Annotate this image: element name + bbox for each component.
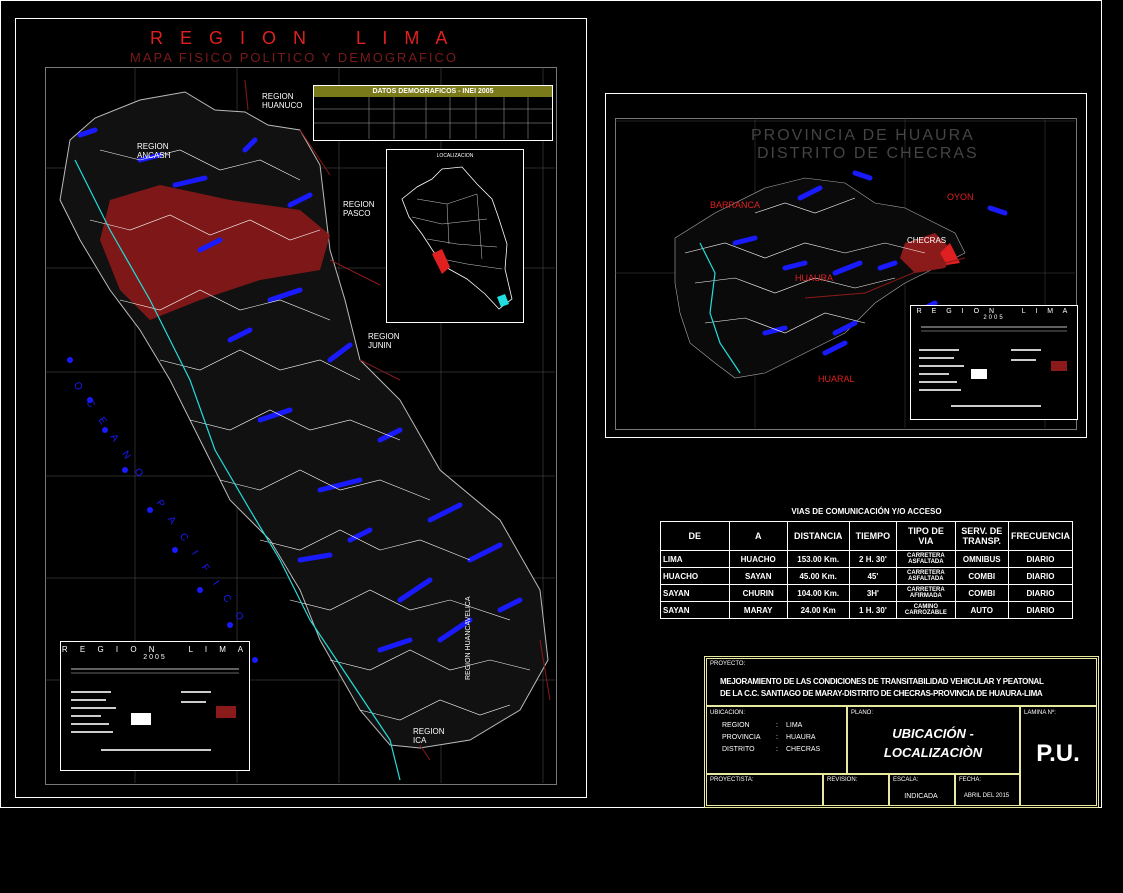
proyectista-label: PROYECTISTA: bbox=[710, 777, 754, 783]
cell: 2 H. 30' bbox=[848, 550, 898, 568]
label-junin: REGION JUNIN bbox=[368, 332, 400, 350]
plano-line-2: LOCALIZACIÒN bbox=[883, 745, 983, 760]
cell: CARRETERA AFIRMADA bbox=[896, 584, 956, 602]
ubicacion-distrito-key: DISTRITO bbox=[722, 746, 755, 753]
table-row: SAYAN CHURIN 104.00 Km. 3H' CARRETERA AF… bbox=[660, 584, 1074, 602]
ubicacion-region-val: LIMA bbox=[786, 722, 803, 729]
vias-header-a: A bbox=[728, 521, 788, 551]
demographics-grid bbox=[314, 97, 552, 139]
proyecto-line-1: MEJORAMIENTO DE LAS CONDICIONES DE TRANS… bbox=[720, 677, 1044, 686]
cell: 1 H. 30' bbox=[848, 601, 898, 619]
label-pasco: REGION PASCO bbox=[343, 200, 375, 218]
cell: COMBI bbox=[954, 567, 1009, 585]
vias-header-serv: SERV. DE TRANSP. bbox=[954, 521, 1009, 551]
right-legend-content bbox=[919, 326, 1067, 407]
vias-header-tipo: TIPO DE VIA bbox=[896, 521, 956, 551]
left-map-subtitle: MAPA FISICO POLITICO Y DEMOGRAFICO bbox=[130, 50, 459, 65]
cell: 3H' bbox=[848, 584, 898, 602]
table-row: SAYAN MARAY 24.00 Km 1 H. 30' CAMINO CAR… bbox=[660, 601, 1074, 619]
table-row: HUACHO SAYAN 45.00 Km. 45' CARRETERA ASF… bbox=[660, 567, 1074, 585]
revision-label: REVISION: bbox=[827, 777, 858, 783]
cell: SAYAN bbox=[660, 601, 730, 619]
cell: AUTO bbox=[954, 601, 1009, 619]
plano-label: PLANO: bbox=[851, 710, 874, 716]
cell: 24.00 Km bbox=[786, 601, 850, 619]
ubicacion-colon-1: : bbox=[776, 722, 778, 729]
lamina-value: P.U. bbox=[1036, 740, 1080, 767]
demographics-title: DATOS DEMOGRAFICOS - INEI 2005 bbox=[314, 86, 552, 97]
ubicacion-distrito-val: CHECRAS bbox=[786, 746, 821, 753]
proyecto-line-2: DE LA C.C. SANTIAGO DE MARAY-DISTRITO DE… bbox=[720, 689, 1043, 698]
cell: CARRETERA ASFALTADA bbox=[896, 550, 956, 568]
cell: COMBI bbox=[954, 584, 1009, 602]
vias-header-distancia: DISTANCIA bbox=[786, 521, 850, 551]
cell: CHURIN bbox=[728, 584, 788, 602]
cell: OMNIBUS bbox=[954, 550, 1009, 568]
cell: SAYAN bbox=[660, 584, 730, 602]
cell: CARRETERA ASFALTADA bbox=[896, 567, 956, 585]
proyecto-label: PROYECTO: bbox=[710, 661, 746, 667]
cell: SAYAN bbox=[728, 567, 788, 585]
cell: 45' bbox=[848, 567, 898, 585]
left-legend-title: R E G I O N L I M A bbox=[61, 645, 249, 654]
escala-label: ESCALA: bbox=[893, 777, 919, 783]
fecha-label: FECHA: bbox=[959, 777, 982, 783]
ubicacion-provincia-val: HUAURA bbox=[786, 734, 816, 741]
vias-table: DE A DISTANCIA TIEMPO TIPO DE VIA SERV. … bbox=[660, 521, 1074, 619]
lamina-label: LAMINA Nº: bbox=[1024, 710, 1056, 716]
location-inset: LOCALIZACION bbox=[386, 149, 524, 323]
ubicacion-colon-2: : bbox=[776, 734, 778, 741]
left-map-title: R E G I O N L I M A bbox=[150, 28, 454, 48]
right-map-title-1: PROVINCIA DE HUAURA bbox=[751, 127, 975, 144]
cell: DIARIO bbox=[1007, 550, 1074, 568]
label-checras: CHECRAS bbox=[907, 236, 947, 245]
label-ancash: REGION ANCASH bbox=[137, 142, 171, 160]
right-map-title-2: DISTRITO DE CHECRAS bbox=[757, 145, 979, 162]
label-huaura: HUAURA bbox=[795, 273, 834, 283]
fecha-value: ABRIL DEL 2015 bbox=[963, 793, 1010, 799]
right-legend-box: R E G I O N L I M A 2005 bbox=[910, 305, 1078, 420]
label-huancavelica: REGION HUANCAVELICA bbox=[465, 596, 472, 681]
ubicacion-colon-3: : bbox=[776, 746, 778, 753]
vias-header-frecuencia: FRECUENCIA bbox=[1007, 521, 1074, 551]
peru-outline bbox=[401, 166, 513, 310]
label-ica: REGION ICA bbox=[413, 727, 445, 745]
cell: 153.00 Km. bbox=[786, 550, 850, 568]
cell: 45.00 Km. bbox=[786, 567, 850, 585]
vias-title: VIAS DE COMUNICACIÓN Y/O ACCESO bbox=[791, 507, 942, 516]
label-barranca: BARRANCA bbox=[710, 200, 761, 210]
cell: 104.00 Km. bbox=[786, 584, 850, 602]
cell: HUACHO bbox=[660, 567, 730, 585]
cell: DIARIO bbox=[1007, 584, 1074, 602]
left-legend-content bbox=[71, 668, 239, 751]
ubicacion-region-key: REGION bbox=[722, 722, 750, 729]
vias-header-de: DE bbox=[660, 521, 730, 551]
cell: CAMINO CARROZABLE bbox=[896, 601, 956, 619]
label-huaral: HUARAL bbox=[818, 374, 855, 384]
plano-line-1: UBICACIÓN - bbox=[892, 726, 974, 741]
left-legend-year: 2005 bbox=[143, 654, 167, 661]
ubicacion-label: UBICACION: bbox=[710, 710, 746, 716]
cell: HUACHO bbox=[728, 550, 788, 568]
demographics-table: DATOS DEMOGRAFICOS - INEI 2005 bbox=[313, 85, 553, 141]
label-oyon: OYON bbox=[947, 192, 974, 202]
ubicacion-provincia-key: PROVINCIA bbox=[722, 734, 761, 741]
cell: DIARIO bbox=[1007, 567, 1074, 585]
cell: LIMA bbox=[660, 550, 730, 568]
cell: MARAY bbox=[728, 601, 788, 619]
cell: DIARIO bbox=[1007, 601, 1074, 619]
escala-value: INDICADA bbox=[904, 793, 938, 800]
label-huanuco: REGION HUANUCO bbox=[262, 92, 303, 110]
right-legend-title: R E G I O N L I M A bbox=[916, 308, 1072, 315]
vias-header-tiempo: TIEMPO bbox=[848, 521, 898, 551]
left-legend-box: R E G I O N L I M A 2005 bbox=[60, 641, 250, 771]
table-row: LIMA HUACHO 153.00 Km. 2 H. 30' CARRETER… bbox=[660, 550, 1074, 568]
